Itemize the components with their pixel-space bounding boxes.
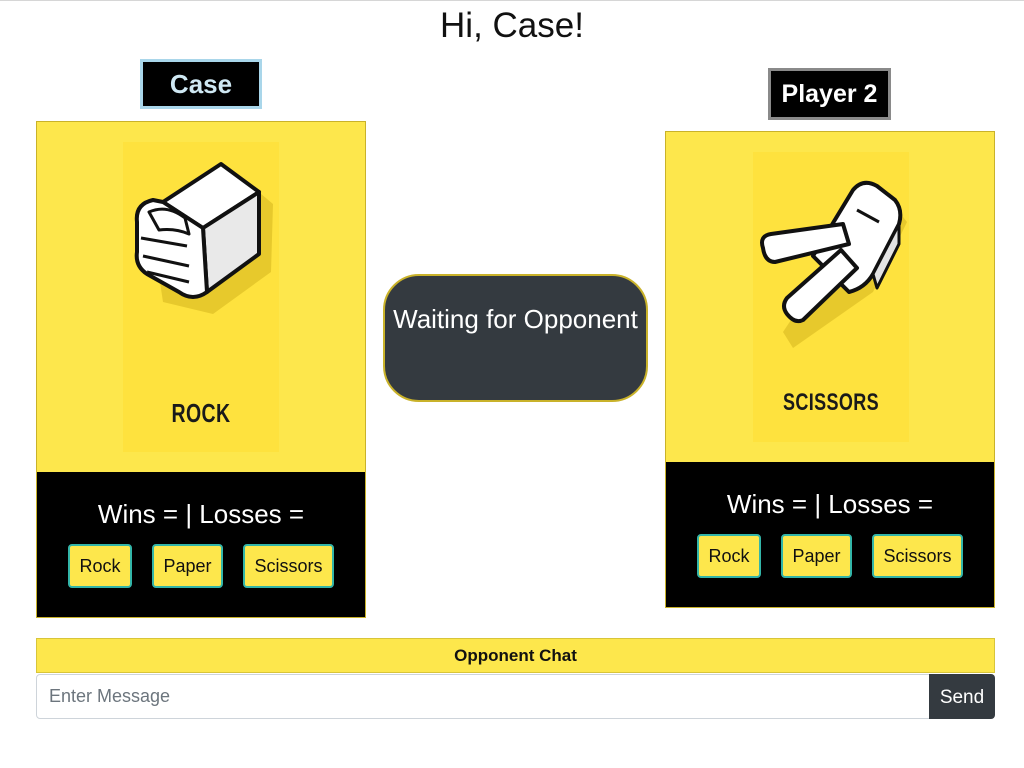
- player2-scissors-button[interactable]: Scissors: [872, 534, 963, 578]
- player2-card: SCISSORS Wins = | Losses = Rock Paper Sc…: [665, 131, 995, 608]
- player2-choice-label: SCISSORS: [782, 389, 880, 416]
- player2-paper-button[interactable]: Paper: [781, 534, 852, 578]
- game-status-panel: Waiting for Opponent: [383, 274, 648, 402]
- player1-rock-button[interactable]: Rock: [68, 544, 132, 588]
- player1-scissors-button[interactable]: Scissors: [243, 544, 334, 588]
- rock-fist-icon: [134, 162, 273, 314]
- player2-record: Wins = | Losses =: [726, 489, 934, 519]
- player1-choice-label: ROCK: [171, 398, 231, 428]
- player1-record: Wins = | Losses =: [97, 499, 305, 529]
- game-status-message: Waiting for Opponent: [393, 304, 638, 334]
- player2-controls: Wins = | Losses = Rock Paper Scissors: [666, 462, 994, 607]
- player2-card-image-area: SCISSORS: [666, 132, 994, 463]
- chat-message-input[interactable]: [36, 674, 930, 719]
- player1-card: ROCK Wins = | Losses = Rock Paper Scisso…: [36, 121, 366, 618]
- scissors-hand-icon: [760, 180, 907, 348]
- greeting-heading: Hi, Case!: [440, 6, 584, 45]
- player1-controls: Wins = | Losses = Rock Paper Scissors: [37, 472, 365, 617]
- player2-choice-art: SCISSORS: [753, 152, 909, 442]
- player1-card-image-area: ROCK: [37, 122, 365, 473]
- player2-name-tag: Player 2: [768, 68, 891, 120]
- send-button[interactable]: Send: [929, 674, 995, 719]
- player2-rock-button[interactable]: Rock: [697, 534, 761, 578]
- opponent-chat-header: Opponent Chat: [36, 638, 995, 673]
- player1-name-tag: Case: [140, 59, 262, 109]
- player1-paper-button[interactable]: Paper: [152, 544, 223, 588]
- top-border: [0, 0, 1024, 1]
- player1-choice-art: ROCK: [123, 142, 279, 452]
